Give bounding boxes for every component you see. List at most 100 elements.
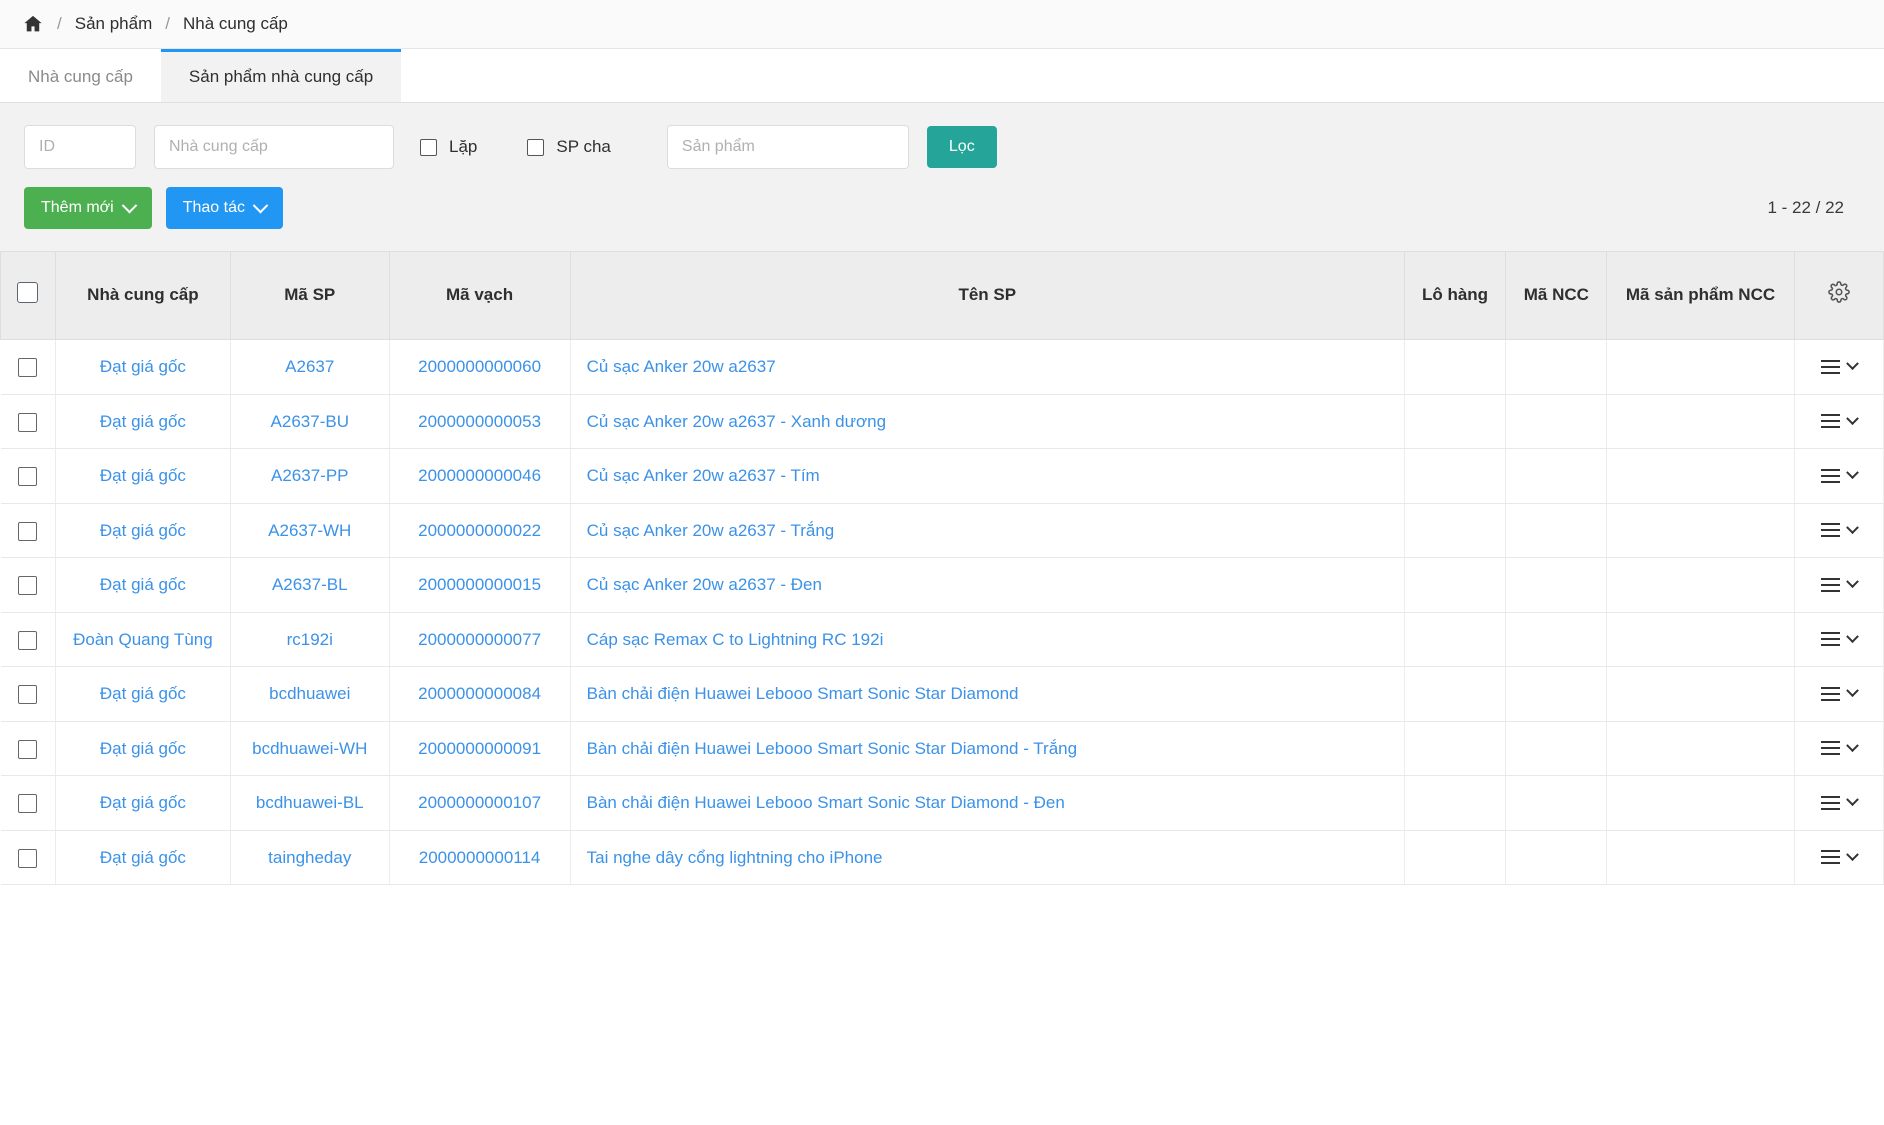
row-checkbox[interactable] xyxy=(18,522,37,541)
hamburger-icon[interactable] xyxy=(1821,414,1840,428)
tab-nha-cung-cap[interactable]: Nhà cung cấp xyxy=(0,49,161,102)
row-actions-menu[interactable] xyxy=(1811,796,1867,810)
cell-supplier-link[interactable]: Đạt giá gốc xyxy=(100,357,186,376)
hamburger-icon[interactable] xyxy=(1821,850,1840,864)
hamburger-icon[interactable] xyxy=(1821,578,1840,592)
cell-product-name-link[interactable]: Bàn chải điện Huawei Lebooo Smart Sonic … xyxy=(587,684,1019,703)
cell-product-name[interactable]: Cáp sạc Remax C to Lightning RC 192i xyxy=(570,612,1404,667)
cell-sku[interactable]: A2637-PP xyxy=(231,449,390,504)
row-checkbox[interactable] xyxy=(18,849,37,868)
row-checkbox[interactable] xyxy=(18,358,37,377)
cell-supplier[interactable]: Đạt giá gốc xyxy=(55,776,230,831)
row-actions-menu[interactable] xyxy=(1811,523,1867,537)
hamburger-icon[interactable] xyxy=(1821,687,1840,701)
cell-barcode[interactable]: 2000000000114 xyxy=(389,830,570,885)
cell-barcode-link[interactable]: 2000000000114 xyxy=(419,848,541,867)
table-row[interactable]: Đạt giá gốcbcdhuawei-WH2000000000091Bàn … xyxy=(1,721,1884,776)
cell-barcode[interactable]: 2000000000053 xyxy=(389,394,570,449)
hamburger-icon[interactable] xyxy=(1821,796,1840,810)
table-row[interactable]: Đạt giá gốcA2637-PP2000000000046Củ sạc A… xyxy=(1,449,1884,504)
cell-sku-link[interactable]: A2637-PP xyxy=(271,466,349,485)
cell-barcode-link[interactable]: 2000000000107 xyxy=(418,793,541,812)
chevron-down-icon[interactable] xyxy=(1846,685,1859,698)
cell-product-name[interactable]: Củ sạc Anker 20w a2637 - Trắng xyxy=(570,503,1404,558)
breadcrumb-item-nha-cung-cap[interactable]: Nhà cung cấp xyxy=(183,14,288,34)
chevron-down-icon[interactable] xyxy=(1846,412,1859,425)
cell-supplier-link[interactable]: Đạt giá gốc xyxy=(100,412,186,431)
row-actions-menu[interactable] xyxy=(1811,360,1867,374)
cell-sku-link[interactable]: bcdhuawei-BL xyxy=(256,793,364,812)
cell-sku-link[interactable]: A2637-BU xyxy=(271,412,349,431)
cell-product-name-link[interactable]: Bàn chải điện Huawei Lebooo Smart Sonic … xyxy=(587,793,1065,812)
cell-sku[interactable]: A2637-WH xyxy=(231,503,390,558)
cell-sku-link[interactable]: taingheday xyxy=(268,848,351,867)
row-actions-menu[interactable] xyxy=(1811,469,1867,483)
cell-barcode[interactable]: 2000000000022 xyxy=(389,503,570,558)
tab-san-pham-nha-cung-cap[interactable]: Sản phẩm nhà cung cấp xyxy=(161,49,401,102)
cell-sku[interactable]: A2637-BU xyxy=(231,394,390,449)
row-checkbox[interactable] xyxy=(18,467,37,486)
cell-supplier-link[interactable]: Đạt giá gốc xyxy=(100,521,186,540)
cell-product-name[interactable]: Tai nghe dây cổng lightning cho iPhone xyxy=(570,830,1404,885)
row-checkbox[interactable] xyxy=(18,685,37,704)
cell-supplier[interactable]: Đạt giá gốc xyxy=(55,340,230,395)
column-header-supplier-product-code[interactable]: Mã sản phẩm NCC xyxy=(1607,252,1794,340)
cell-barcode-link[interactable]: 2000000000046 xyxy=(418,466,541,485)
chevron-down-icon[interactable] xyxy=(1846,848,1859,861)
cell-sku[interactable]: bcdhuawei-WH xyxy=(231,721,390,776)
cell-supplier[interactable]: Đạt giá gốc xyxy=(55,830,230,885)
chevron-down-icon[interactable] xyxy=(1846,576,1859,589)
row-actions-menu[interactable] xyxy=(1811,414,1867,428)
cell-barcode-link[interactable]: 2000000000015 xyxy=(418,575,541,594)
hamburger-icon[interactable] xyxy=(1821,469,1840,483)
cell-supplier[interactable]: Đạt giá gốc xyxy=(55,449,230,504)
actions-button[interactable]: Thao tác xyxy=(166,187,283,229)
sp-cha-checkbox[interactable] xyxy=(527,139,544,156)
cell-supplier-link[interactable]: Đạt giá gốc xyxy=(100,739,186,758)
cell-supplier-link[interactable]: Đạt giá gốc xyxy=(100,848,186,867)
hamburger-icon[interactable] xyxy=(1821,632,1840,646)
cell-barcode-link[interactable]: 2000000000060 xyxy=(418,357,541,376)
chevron-down-icon[interactable] xyxy=(1846,521,1859,534)
cell-barcode[interactable]: 2000000000091 xyxy=(389,721,570,776)
cell-supplier[interactable]: Đạt giá gốc xyxy=(55,394,230,449)
cell-product-name[interactable]: Củ sạc Anker 20w a2637 - Đen xyxy=(570,558,1404,613)
id-input[interactable] xyxy=(24,125,136,169)
row-checkbox[interactable] xyxy=(18,631,37,650)
row-checkbox[interactable] xyxy=(18,740,37,759)
cell-sku[interactable]: bcdhuawei-BL xyxy=(231,776,390,831)
column-header-lot[interactable]: Lô hàng xyxy=(1404,252,1505,340)
cell-product-name[interactable]: Bàn chải điện Huawei Lebooo Smart Sonic … xyxy=(570,776,1404,831)
cell-barcode[interactable]: 2000000000084 xyxy=(389,667,570,722)
select-all-checkbox[interactable] xyxy=(17,282,38,303)
cell-sku-link[interactable]: A2637 xyxy=(285,357,334,376)
table-row[interactable]: Đạt giá gốcbcdhuawei2000000000084Bàn chả… xyxy=(1,667,1884,722)
cell-sku[interactable]: A2637 xyxy=(231,340,390,395)
table-row[interactable]: Đoàn Quang Tùngrc192i2000000000077Cáp sạ… xyxy=(1,612,1884,667)
table-row[interactable]: Đạt giá gốc A2637 2000000000060 Củ sạc Anke… xyxy=(1,340,1884,395)
cell-barcode-link[interactable]: 2000000000022 xyxy=(418,521,541,540)
cell-supplier[interactable]: Đoàn Quang Tùng xyxy=(55,612,230,667)
row-checkbox[interactable] xyxy=(18,794,37,813)
cell-product-name-link[interactable]: Củ sạc Anker 20w a2637 - Đen xyxy=(587,575,822,594)
chevron-down-icon[interactable] xyxy=(1846,739,1859,752)
cell-product-name[interactable]: Củ sạc Anker 20w a2637 xyxy=(570,340,1404,395)
row-actions-menu[interactable] xyxy=(1811,741,1867,755)
cell-product-name[interactable]: Củ sạc Anker 20w a2637 - Xanh dương xyxy=(570,394,1404,449)
home-icon[interactable] xyxy=(22,13,44,35)
row-actions-menu[interactable] xyxy=(1811,850,1867,864)
hamburger-icon[interactable] xyxy=(1821,741,1840,755)
cell-barcode-link[interactable]: 2000000000053 xyxy=(418,412,541,431)
cell-barcode[interactable]: 2000000000077 xyxy=(389,612,570,667)
cell-sku[interactable]: bcdhuawei xyxy=(231,667,390,722)
product-filter-input[interactable] xyxy=(667,125,909,169)
lap-checkbox[interactable] xyxy=(420,139,437,156)
cell-product-name-link[interactable]: Tai nghe dây cổng lightning cho iPhone xyxy=(587,848,883,867)
breadcrumb-item-san-pham[interactable]: Sản phẩm xyxy=(75,14,153,34)
cell-product-name-link[interactable]: Củ sạc Anker 20w a2637 - Xanh dương xyxy=(587,412,886,431)
cell-sku-link[interactable]: bcdhuawei-WH xyxy=(252,739,367,758)
hamburger-icon[interactable] xyxy=(1821,360,1840,374)
column-header-product-name[interactable]: Tên SP xyxy=(570,252,1404,340)
cell-barcode[interactable]: 2000000000046 xyxy=(389,449,570,504)
cell-sku-link[interactable]: A2637-WH xyxy=(268,521,351,540)
